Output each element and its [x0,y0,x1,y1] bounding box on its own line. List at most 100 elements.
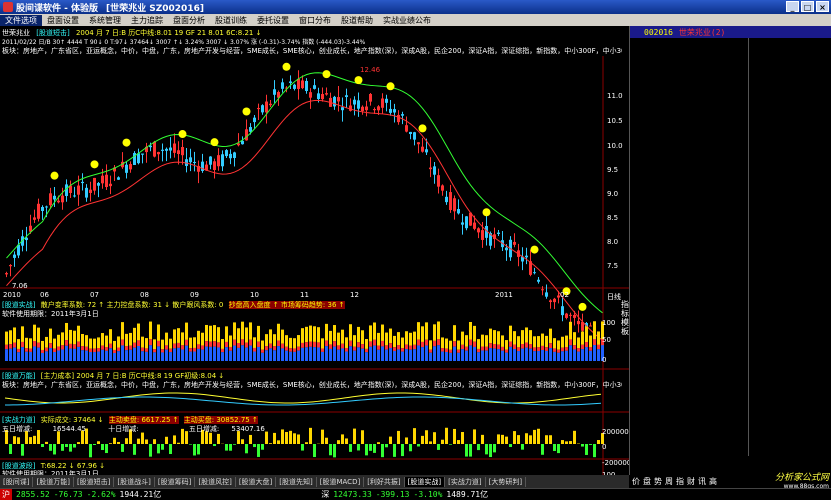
indicator-tab-4[interactable]: [股道筹码] [155,476,196,487]
sub1-title[interactable]: [股道实战] [2,301,35,309]
sub1-bar-yellow [493,330,496,345]
sub1-bar-red [357,342,360,348]
tick-time [749,323,789,333]
indicator-tag[interactable]: [股道短击] [36,29,69,37]
indicator-tab-9[interactable]: [利好共振] [364,476,405,487]
candle-body [161,149,164,151]
candle-body [41,206,44,211]
indicator-tab-11[interactable]: [实战力道] [445,476,486,487]
sub1-bar-red [557,349,560,353]
sub1-bar-blue [281,348,284,361]
sub3-flow-bar [585,444,588,455]
quote-tool-button[interactable]: 讯 [698,476,706,487]
indicator-tab-1[interactable]: [股道万能] [33,476,74,487]
sub1-bar-blue [573,349,576,361]
side-tab-3[interactable]: 板 [621,327,629,336]
menu-item-6[interactable]: 委托设置 [252,15,294,26]
inner-value [710,219,744,229]
close-button[interactable]: × [816,1,829,12]
sub1-bar-yellow [33,324,36,342]
quote-tool-button[interactable]: 势 [654,476,662,487]
quote-row [749,428,831,438]
sub1-bar-blue [57,350,60,361]
sub3-title[interactable]: [实战力道] [2,416,35,424]
kline-chart-area[interactable]: 世荣兆业 [股道短击] 2004 月 7 日:B 历C中线:8.01 19 GF… [0,26,631,500]
quote-tool-button[interactable]: 价 [632,476,640,487]
indicator-tab-10[interactable]: [股道实战] [404,476,446,487]
minimize-button[interactable]: _ [786,1,799,12]
menu-item-0[interactable]: 文件选项 [0,14,42,26]
side-tab-0[interactable]: 指 [621,300,629,309]
candle-body [81,181,84,184]
indicator-tab-3[interactable]: [股道战斗] [114,476,155,487]
sub1-bar-red [113,349,116,353]
sub1-bar-yellow [341,329,344,344]
sub3-flow-bar [133,444,136,455]
quote-tool-button[interactable]: 周 [665,476,673,487]
quote-tool-button[interactable]: 财 [687,476,695,487]
sz-index-change: -399.13 [375,490,410,499]
menu-item-3[interactable]: 主力追踪 [126,15,168,26]
menu-item-5[interactable]: 股道训练 [210,15,252,26]
sub1-bar-red [545,347,548,351]
sz-index-label[interactable]: 深 [321,489,329,500]
price-axis-label: 10.0 [607,142,623,150]
sub1-bar-yellow [557,340,560,350]
signal-smiley-icon [530,245,539,254]
tick-price [789,238,813,248]
candle-body [297,78,300,89]
candle-body [273,89,276,95]
sub1-bar-yellow [209,325,212,342]
tick-list[interactable] [748,38,831,456]
sub1-bar-blue [89,352,92,361]
sub1-bar-blue [273,350,276,361]
sub3-flow-bar [345,438,348,444]
sub1-bar-yellow [337,332,340,346]
indicator-tab-0[interactable]: [股间谍] [0,476,34,487]
sub2-title[interactable]: [股道万能] [2,372,35,380]
stat-value-2 [710,181,744,191]
period-label[interactable]: 日线 [607,292,621,302]
sub1-bar-red [429,349,432,353]
indicator-side-tabs[interactable]: 指标模板 [621,300,629,336]
sub3-flow-bar [225,444,228,451]
indicator-tab-7[interactable]: [股道先知] [276,476,317,487]
quote-row [749,333,831,343]
side-tab-1[interactable]: 标 [621,309,629,318]
sub1-bar-yellow [573,332,576,346]
quote-row [630,247,748,257]
candle-body [317,93,320,99]
maximize-button[interactable]: □ [801,1,814,12]
sub1-bar-blue [69,348,72,361]
menu-item-8[interactable]: 股道帮助 [336,15,378,26]
side-tab-2[interactable]: 模 [621,318,629,327]
sub1-bar-blue [29,351,32,361]
indicator-tab-12[interactable]: [大势研判] [486,476,527,487]
quote-tool-button[interactable]: 指 [676,476,684,487]
sub1-bar-yellow [565,335,568,348]
indicator-tab-2[interactable]: [股道短击] [74,476,115,487]
quote-tool-button[interactable]: 盘 [643,476,651,487]
menu-item-4[interactable]: 盘面分析 [168,15,210,26]
menu-item-9[interactable]: 实战业绩公布 [378,15,436,26]
sub1-bar-yellow [233,322,236,340]
indicator-tab-5[interactable]: [股道风控] [195,476,236,487]
sub3-flow-bar [169,444,172,455]
sub1-bar-blue [533,351,536,361]
tick-price [664,304,704,314]
tick-time [630,352,664,362]
sub1-bar-red [533,347,536,352]
candle-body [153,141,156,157]
sub1-bar-blue [225,347,228,361]
sub1-bar-red [573,345,576,350]
sh-index-label[interactable]: 沪 [0,489,12,500]
sub3-flow-bar [229,444,232,451]
menu-item-2[interactable]: 系统管理 [84,15,126,26]
menu-item-1[interactable]: 盘面设置 [42,15,84,26]
menu-item-7[interactable]: 窗口分布 [294,15,336,26]
tick-price [789,200,813,210]
quote-tool-button[interactable]: 高 [709,476,717,487]
indicator-tab-6[interactable]: [股道大盘] [236,476,277,487]
indicator-tab-8[interactable]: [股道MACD] [317,476,365,487]
candle-body [381,98,384,108]
